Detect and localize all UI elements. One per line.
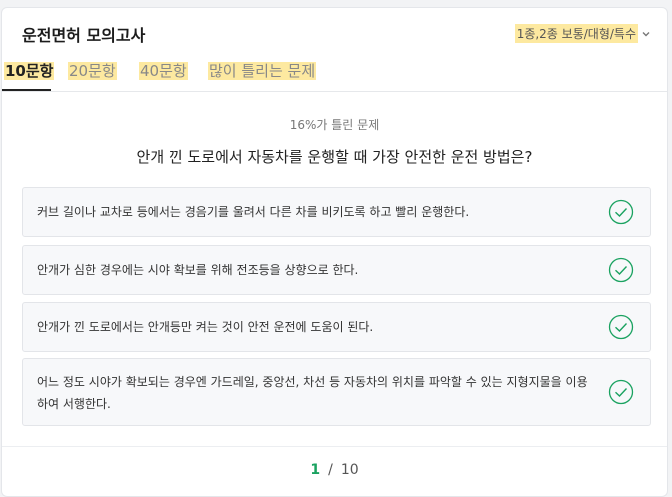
page-separator: / [328,462,333,478]
license-type-dropdown[interactable]: 1종,2종 보통/대형/특수 [514,24,651,43]
answer-option-4[interactable]: 어느 정도 시야가 확보되는 경우엔 가드레일, 중앙선, 차선 등 자동차의 … [22,358,651,426]
chevron-down-icon [642,31,650,36]
check-circle-icon [608,314,634,340]
option-text: 어느 정도 시야가 확보되는 경우엔 가드레일, 중앙선, 차선 등 자동차의 … [37,375,588,411]
license-type-label: 1종,2종 보통/대형/특수 [514,24,638,43]
option-text: 안개가 심한 경우에는 시야 확보를 위해 전조등을 상향으로 한다. [37,263,359,277]
question-text: 안개 낀 도로에서 자동차를 운행할 때 가장 안전한 운전 방법은? [136,148,533,166]
check-circle-icon [608,257,634,283]
answer-option-3[interactable]: 안개가 낀 도로에서는 안개등만 켜는 것이 안전 운전에 도움이 된다. [22,302,651,352]
check-circle-icon [608,199,634,225]
answer-option-2[interactable]: 안개가 심한 경우에는 시야 확보를 위해 전조등을 상향으로 한다. [22,245,651,295]
page-title: 운전면허 모의고사 [22,26,146,45]
tab-20[interactable]: 20문항 [68,60,117,81]
wrong-rate-label: 16%가 틀린 문제 [289,118,380,132]
option-text: 커브 길이나 교차로 등에서는 경음기를 울려서 다른 차를 비키도록 하고 빨… [37,205,470,219]
current-page: 1 [310,462,321,478]
question-count-tabs: 10문항 20문항 40문항 많이 틀리는 문제 [2,58,667,92]
answer-option-1[interactable]: 커브 길이나 교차로 등에서는 경음기를 울려서 다른 차를 비키도록 하고 빨… [22,187,651,237]
option-text: 안개가 낀 도로에서는 안개등만 켜는 것이 안전 운전에 도움이 된다. [37,320,374,334]
tab-frequently-wrong[interactable]: 많이 틀리는 문제 [208,60,317,81]
quiz-card: 운전면허 모의고사 1종,2종 보통/대형/특수 10문항 20문항 40문항 … [1,7,668,497]
tab-40[interactable]: 40문항 [139,60,188,81]
active-tab-indicator [2,89,51,91]
tab-10[interactable]: 10문항 [4,60,55,81]
footer-divider [2,446,667,447]
pagination: 1 / 10 [2,462,667,478]
header: 운전면허 모의고사 1종,2종 보통/대형/특수 [2,8,667,58]
total-pages: 10 [340,462,359,478]
check-circle-icon [608,379,634,405]
